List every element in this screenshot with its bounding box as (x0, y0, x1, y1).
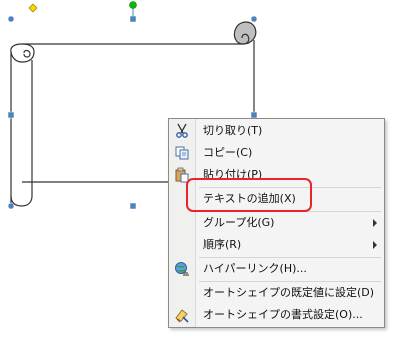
menu-item-hyperlink[interactable]: ハイパーリンク(H)... (169, 258, 384, 280)
menu-item-label: コピー(C) (203, 146, 253, 159)
rotation-handle[interactable] (129, 1, 137, 9)
handle-top-left[interactable] (7, 15, 15, 23)
copy-icon (175, 146, 189, 160)
handle-bottom-left[interactable] (7, 202, 15, 210)
annotation-highlight-box (186, 178, 312, 212)
menu-item-format-shape[interactable]: オートシェイプの書式設定(O)... (169, 304, 384, 326)
menu-item-set-default[interactable]: オートシェイプの既定値に設定(D) (169, 282, 384, 304)
submenu-arrow-icon (373, 241, 377, 249)
menu-item-label: 切り取り(T) (203, 124, 263, 137)
handle-middle-left[interactable] (7, 111, 15, 119)
menu-item-cut[interactable]: 切り取り(T) (169, 120, 384, 142)
format-shape-icon (175, 309, 189, 323)
scissors-icon (176, 123, 188, 138)
menu-item-group[interactable]: グループ化(G) (169, 212, 384, 234)
context-menu: 切り取り(T) コピー(C) 貼り付け(P) テキストの追加(X) グループ化(… (168, 118, 385, 328)
menu-item-label: オートシェイプの書式設定(O)... (203, 308, 363, 321)
handle-top-right[interactable] (250, 15, 258, 23)
menu-item-order[interactable]: 順序(R) (169, 234, 384, 256)
handle-top-center[interactable] (129, 15, 137, 23)
submenu-arrow-icon (373, 219, 377, 227)
menu-item-copy[interactable]: コピー(C) (169, 142, 384, 164)
menu-item-label: グループ化(G) (203, 216, 275, 229)
adjust-handle[interactable] (28, 3, 38, 13)
hyperlink-globe-icon (175, 262, 189, 276)
handle-bottom-center[interactable] (129, 202, 137, 210)
menu-item-label: ハイパーリンク(H)... (203, 262, 307, 275)
menu-item-label: オートシェイプの既定値に設定(D) (203, 286, 375, 299)
menu-item-label: 順序(R) (203, 238, 242, 251)
